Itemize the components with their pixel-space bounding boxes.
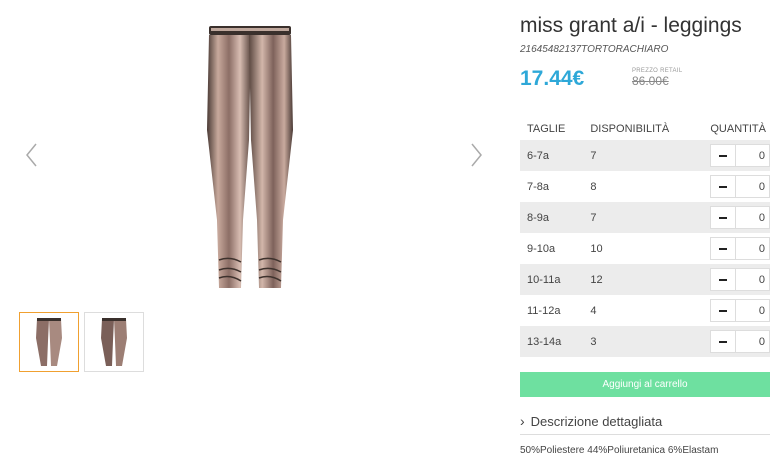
thumbnail-image-front [36, 318, 62, 366]
table-row: 7-8a 8 [520, 171, 770, 202]
quantity-cell [703, 140, 770, 171]
size-table: TAGLIE DISPONIBILITÀ QUANTITÀ 6-7a 7 7-8… [520, 118, 770, 357]
minus-icon [719, 185, 727, 188]
thumbnail-front[interactable] [19, 312, 79, 372]
decrease-button[interactable] [710, 237, 736, 260]
product-gallery [0, 0, 510, 474]
quantity-cell [703, 233, 770, 264]
minus-icon [719, 247, 727, 250]
size-cell: 10-11a [520, 264, 584, 295]
availability-cell: 10 [590, 242, 603, 255]
thumbnail-back[interactable] [84, 312, 144, 372]
size-table-header: TAGLIE DISPONIBILITÀ QUANTITÀ [520, 118, 770, 140]
divider [520, 434, 770, 435]
size-cell: 8-9a [520, 202, 584, 233]
table-row: 10-11a 12 [520, 264, 770, 295]
quantity-input[interactable] [736, 330, 770, 353]
size-cell: 9-10a [527, 242, 556, 255]
availability-cell: 7 [583, 202, 704, 233]
size-cell: 13-14a [520, 326, 584, 357]
retail-price: 86.00€ [632, 74, 669, 88]
table-row: 13-14a 3 [520, 326, 770, 357]
header-availability: DISPONIBILITÀ [590, 123, 670, 135]
table-row: 6-7a 7 [520, 140, 770, 171]
thumbnail-strip [19, 312, 144, 372]
quantity-stepper [703, 175, 770, 198]
size-cell: 7-8a [527, 180, 550, 193]
composition-text: 50%Poliestere 44%Poliuretanica 6%Elastam [520, 445, 719, 456]
retail-price-block: PREZZO RETAIL 86.00€ [632, 68, 682, 88]
product-sku: 21645482137TORTORACHIARO [520, 44, 669, 55]
chevron-right-icon [471, 143, 482, 167]
gallery-next-button[interactable] [466, 140, 486, 170]
quantity-stepper [703, 268, 770, 291]
quantity-cell [703, 295, 770, 326]
quantity-cell [703, 171, 770, 202]
chevron-right-icon: › [520, 413, 525, 429]
decrease-button[interactable] [710, 144, 736, 167]
availability-cell: 4 [590, 304, 597, 317]
availability-cell: 8 [590, 180, 597, 193]
quantity-input[interactable] [736, 206, 770, 229]
quantity-stepper [703, 144, 770, 167]
table-row: 8-9a 7 [520, 202, 770, 233]
leggings-image [207, 26, 293, 288]
header-quantity: QUANTITÀ [710, 123, 766, 135]
description-toggle-label: Descrizione dettagliata [530, 413, 663, 429]
quantity-cell [703, 326, 770, 357]
quantity-input[interactable] [736, 237, 770, 260]
minus-icon [719, 154, 727, 157]
quantity-input[interactable] [736, 175, 770, 198]
quantity-input[interactable] [736, 144, 770, 167]
decrease-button[interactable] [710, 268, 736, 291]
size-cell: 11-12a [527, 304, 561, 317]
quantity-stepper [703, 299, 770, 322]
table-row: 11-12a 4 [520, 295, 770, 326]
availability-cell: 3 [583, 326, 704, 357]
quantity-input[interactable] [736, 299, 770, 322]
quantity-input[interactable] [736, 268, 770, 291]
decrease-button[interactable] [710, 330, 736, 353]
add-to-cart-button[interactable]: Aggiungi al carrello [520, 372, 770, 397]
product-main-image [185, 20, 315, 295]
minus-icon [719, 340, 727, 343]
minus-icon [719, 309, 727, 312]
decrease-button[interactable] [710, 299, 736, 322]
gallery-prev-button[interactable] [22, 140, 42, 170]
availability-cell: 12 [583, 264, 704, 295]
minus-icon [719, 216, 727, 219]
product-price: 17.44€ [520, 67, 585, 90]
header-size: TAGLIE [527, 123, 566, 135]
quantity-cell [703, 202, 770, 233]
minus-icon [719, 278, 727, 281]
quantity-stepper [703, 237, 770, 260]
thumbnail-image-back [101, 318, 127, 366]
quantity-stepper [703, 206, 770, 229]
size-cell: 6-7a [520, 140, 584, 171]
quantity-cell [703, 264, 770, 295]
product-details: miss grant a/i - leggings 21645482137TOR… [520, 0, 770, 474]
quantity-stepper [703, 330, 770, 353]
chevron-left-icon [26, 143, 37, 167]
product-title: miss grant a/i - leggings [520, 14, 742, 37]
decrease-button[interactable] [710, 175, 736, 198]
table-row: 9-10a 10 [520, 233, 770, 264]
availability-cell: 7 [583, 140, 704, 171]
description-toggle[interactable]: › Descrizione dettagliata [520, 413, 662, 429]
decrease-button[interactable] [710, 206, 736, 229]
